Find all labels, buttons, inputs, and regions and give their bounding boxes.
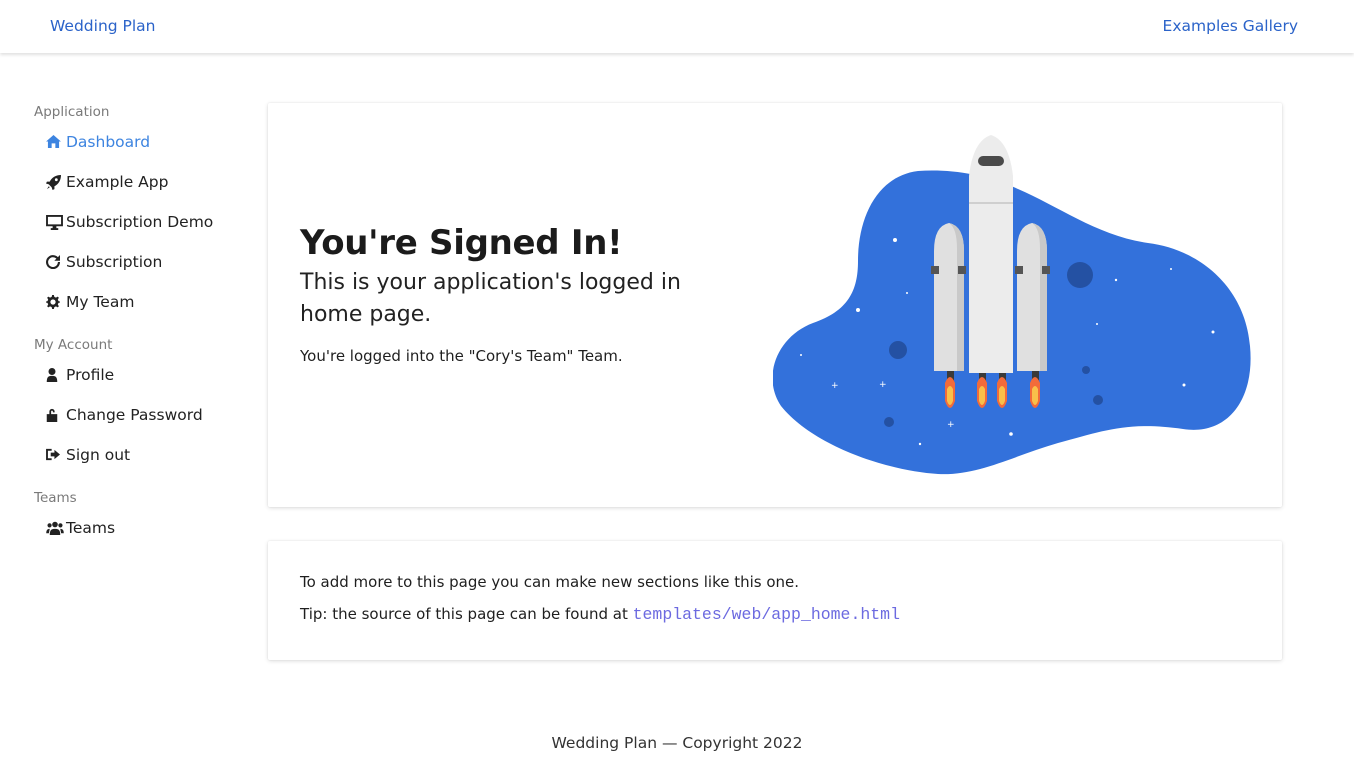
monitor-icon: [46, 215, 66, 230]
info-line: To add more to this page you can make ne…: [300, 573, 800, 591]
sidebar-item-subscription-demo[interactable]: Subscription Demo: [34, 213, 254, 253]
sidebar-item-label: Change Password: [66, 406, 203, 424]
svg-text:+: +: [831, 381, 839, 391]
sidebar-item-sign-out[interactable]: Sign out: [34, 446, 254, 486]
sidebar-item-label: Subscription: [66, 253, 163, 271]
team-status-text: You're logged into the "Cory's Team" Tea…: [300, 347, 623, 365]
rocket-icon: [46, 175, 66, 190]
tip-line: Tip: the source of this page can be foun…: [300, 605, 900, 624]
sidebar-item-profile[interactable]: Profile: [34, 366, 254, 406]
sidebar-item-label: Example App: [66, 173, 169, 191]
sidebar-item-my-team[interactable]: My Team: [34, 293, 254, 333]
sidebar-item-label: Sign out: [66, 446, 131, 464]
sidebar: Application Dashboard Example App Subscr…: [34, 104, 254, 559]
menu-list-teams: Teams: [34, 519, 254, 559]
page-title: You're Signed In!: [300, 223, 623, 263]
sidebar-item-label: Subscription Demo: [66, 213, 214, 231]
unlock-icon: [46, 408, 66, 422]
menu-list-application: Dashboard Example App Subscription Demo …: [34, 133, 254, 333]
gear-icon: [46, 295, 66, 309]
page-subtitle: This is your application's logged in hom…: [300, 270, 681, 327]
menu-label-teams: Teams: [34, 490, 77, 506]
users-icon: [46, 521, 66, 535]
info-card: To add more to this page you can make ne…: [268, 541, 1282, 660]
tip-prefix: Tip: the source of this page can be foun…: [300, 605, 628, 623]
svg-text:+: +: [879, 380, 887, 390]
sidebar-item-dashboard[interactable]: Dashboard: [34, 133, 254, 173]
template-path: templates/web/app_home.html: [632, 605, 900, 624]
sidebar-item-label: Teams: [66, 519, 116, 537]
sidebar-item-label: My Team: [66, 293, 135, 311]
brand-link[interactable]: Wedding Plan: [50, 17, 156, 35]
top-navbar: Wedding Plan Examples Gallery: [0, 0, 1354, 53]
examples-gallery-link[interactable]: Examples Gallery: [1163, 17, 1298, 35]
menu-label-application: Application: [34, 104, 110, 120]
sidebar-item-label: Dashboard: [66, 133, 151, 151]
footer: Wedding Plan — Copyright 2022: [0, 734, 1354, 752]
refresh-icon: [46, 255, 66, 269]
sidebar-item-change-password[interactable]: Change Password: [34, 406, 254, 446]
sidebar-item-subscription[interactable]: Subscription: [34, 253, 254, 293]
signed-in-card: You're Signed In! This is your applicati…: [268, 103, 1282, 507]
user-icon: [46, 368, 66, 382]
menu-list-my-account: Profile Change Password Sign out: [34, 366, 254, 486]
sign-out-icon: [46, 448, 66, 461]
sidebar-item-label: Profile: [66, 366, 115, 384]
svg-text:+: +: [947, 420, 955, 430]
rocket-illustration: + + +: [772, 131, 1253, 480]
home-icon: [46, 135, 66, 148]
sidebar-item-teams[interactable]: Teams: [34, 519, 254, 559]
menu-label-my-account: My Account: [34, 337, 113, 353]
sidebar-item-example-app[interactable]: Example App: [34, 173, 254, 213]
copyright-text: Wedding Plan — Copyright 2022: [551, 734, 803, 752]
